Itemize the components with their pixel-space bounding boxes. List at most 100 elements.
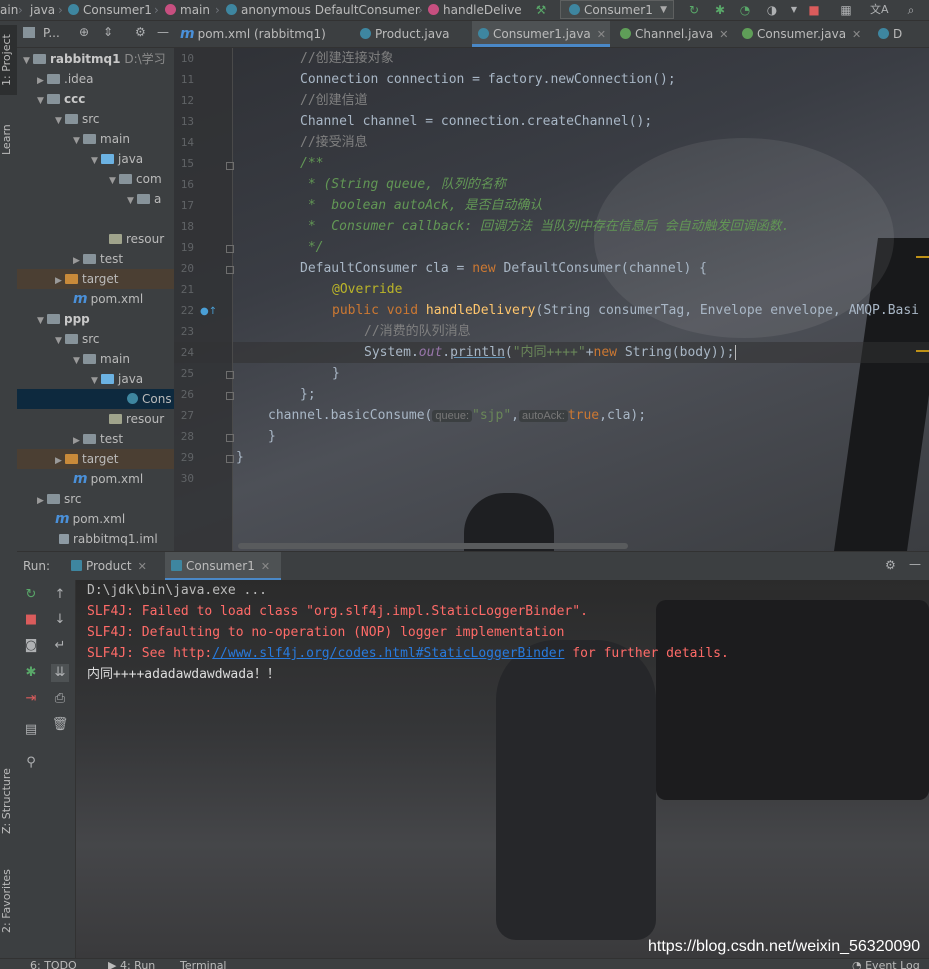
run-configuration-select[interactable]: Consumer1 ▼ [560, 0, 674, 19]
debug-bug-icon[interactable]: ✱ [712, 2, 728, 18]
coverage-icon[interactable]: ◔ [737, 2, 753, 18]
hide-icon[interactable]: — [909, 557, 921, 571]
scroll-to-end-icon[interactable]: ⇊ [51, 664, 69, 682]
fold-icon[interactable] [226, 371, 234, 379]
tree-item-test[interactable]: ▶ test [17, 429, 174, 449]
tree-item-target[interactable]: ▶ target [17, 269, 174, 289]
hide-icon[interactable]: — [157, 25, 169, 39]
tree-item-ppp[interactable]: ▼ ppp [17, 309, 174, 329]
tab-channel-java[interactable]: Channel.java ✕ [614, 21, 732, 47]
stop-icon[interactable]: ■ [22, 611, 40, 629]
arrow-up-icon[interactable]: ↑ [51, 586, 69, 604]
tool-window-project[interactable]: 1: Project [0, 25, 17, 95]
override-marker-icon[interactable]: ●↑ [200, 306, 217, 317]
expanded-arrow-icon: ▼ [73, 356, 80, 366]
tree-item-consumer1[interactable]: Cons [17, 389, 174, 409]
tree-item-java[interactable]: ▼ java [17, 149, 174, 169]
tab-consumer-java[interactable]: Consumer.java ✕ [736, 21, 868, 47]
close-icon[interactable]: ✕ [138, 560, 147, 573]
tree-item-ccc[interactable]: ▼ ccc [17, 89, 174, 109]
pin-icon[interactable]: ⚲ [22, 754, 40, 772]
tree-item-iml[interactable]: rabbitmq1.iml [17, 529, 174, 549]
tree-item-target[interactable]: ▶ target [17, 449, 174, 469]
code-method-call[interactable]: println [450, 345, 505, 360]
fold-icon[interactable] [226, 266, 234, 274]
tree-item-resources[interactable]: resour [17, 229, 174, 249]
arrow-down-icon[interactable]: ↓ [51, 611, 69, 629]
tree-item-test[interactable]: ▶ test [17, 249, 174, 269]
soft-wrap-icon[interactable]: ↵ [51, 637, 69, 655]
tab-pom-xml[interactable]: m pom.xml (rabbitmq1) [174, 21, 336, 47]
tree-item-main[interactable]: ▼ main [17, 129, 174, 149]
line-number: 21 [180, 283, 194, 296]
run-tab-consumer1[interactable]: Consumer1 ✕ [165, 552, 281, 580]
tab-label: pom.xml (rabbitmq1) [197, 27, 326, 41]
tool-window-learn[interactable]: Learn [0, 115, 17, 165]
tree-item-src[interactable]: ▼ src [17, 329, 174, 349]
tree-item-pom[interactable]: m pom.xml [17, 469, 174, 489]
line-number: 29 [180, 451, 194, 464]
search-icon[interactable]: ⌕ [903, 2, 919, 18]
collapse-all-icon[interactable]: ⇕ [103, 25, 113, 39]
tree-item-java[interactable]: ▼ java [17, 369, 174, 389]
tool-window-structure[interactable]: Z: Structure [0, 761, 17, 841]
tree-item-package-com[interactable]: ▼ com [17, 169, 174, 189]
close-icon[interactable]: ✕ [261, 560, 270, 573]
layout-icon[interactable]: ▤ [22, 721, 40, 739]
camera-icon[interactable]: ◙ [22, 637, 40, 655]
breadcrumb-method-main[interactable]: main [165, 2, 210, 18]
rerun-icon[interactable]: ↻ [686, 2, 702, 18]
build-hammer-icon[interactable]: ⚒ [533, 2, 549, 18]
run-console[interactable]: D:\jdk\bin\java.exe ... SLF4J: Failed to… [76, 580, 929, 958]
gear-icon[interactable]: ⚙ [885, 558, 896, 572]
tab-consumer1-java[interactable]: Consumer1.java ✕ [472, 21, 610, 47]
gear-icon[interactable]: ⚙ [135, 25, 146, 39]
breadcrumb-java[interactable]: java [30, 2, 55, 18]
console-link[interactable]: //www.slf4j.org/codes.html#StaticLoggerB… [212, 646, 564, 661]
chevron-down-icon[interactable]: ▼ [786, 2, 802, 18]
breadcrumb-class[interactable]: Consumer1 [68, 2, 152, 18]
tree-item-package-a[interactable]: ▼ a [17, 189, 174, 209]
tree-item-resources[interactable]: resour [17, 409, 174, 429]
translate-icon[interactable]: 文A [870, 2, 889, 18]
fold-icon[interactable] [226, 434, 234, 442]
tree-item-rabbitmq1[interactable]: ▼ rabbitmq1 D:\学习 [17, 49, 174, 69]
tree-item-src-root[interactable]: ▶ src [17, 489, 174, 509]
breadcrumb-anonymous-class[interactable]: anonymous DefaultConsumer [226, 2, 420, 18]
rerun-icon[interactable]: ↻ [22, 586, 40, 604]
breadcrumb-module[interactable]: ain [0, 2, 18, 18]
tree-item-pom[interactable]: m pom.xml [17, 289, 174, 309]
close-icon[interactable]: ✕ [719, 28, 728, 41]
tree-item-pom-root[interactable]: m pom.xml [17, 509, 174, 529]
exit-icon[interactable]: ⇥ [22, 690, 40, 708]
fold-icon[interactable] [226, 162, 234, 170]
settings-bug-icon[interactable]: ✱ [22, 664, 40, 682]
parameter-hint: autoAck: [519, 410, 568, 422]
error-stripe-marker[interactable] [916, 256, 929, 258]
project-view-select[interactable]: P... [43, 26, 60, 40]
tree-item-main[interactable]: ▼ main [17, 349, 174, 369]
stop-icon[interactable]: ■ [806, 2, 822, 18]
close-icon[interactable]: ✕ [597, 28, 606, 41]
print-icon[interactable]: ⎙ [51, 690, 69, 708]
expanded-arrow-icon: ▼ [23, 56, 30, 66]
tool-window-favorites[interactable]: 2: Favorites [0, 861, 17, 941]
fold-icon[interactable] [226, 245, 234, 253]
fold-icon[interactable] [226, 392, 234, 400]
locate-icon[interactable]: ⊕ [79, 25, 89, 39]
close-icon[interactable]: ✕ [852, 28, 861, 41]
tree-item-src[interactable]: ▼ src [17, 109, 174, 129]
horizontal-scrollbar[interactable] [238, 543, 628, 549]
tab-overflow[interactable]: D [872, 21, 912, 47]
profiler-icon[interactable]: ◑ [764, 2, 780, 18]
breadcrumb-method-handle[interactable]: handleDelive [428, 2, 522, 18]
trash-icon[interactable]: 🗑 [51, 716, 69, 734]
tab-product-java[interactable]: Product.java [354, 21, 474, 47]
error-stripe-marker[interactable] [916, 350, 929, 352]
code-editor[interactable]: ●↑ 10 11 12 13 14 15 16 17 18 19 20 21 2… [174, 48, 929, 551]
project-structure-icon[interactable]: ▦ [838, 2, 854, 18]
tree-item-idea[interactable]: ▶ .idea [17, 69, 174, 89]
fold-icon[interactable] [226, 455, 234, 463]
run-tab-product[interactable]: Product ✕ [67, 552, 159, 580]
code-javadoc: */ [300, 240, 324, 255]
